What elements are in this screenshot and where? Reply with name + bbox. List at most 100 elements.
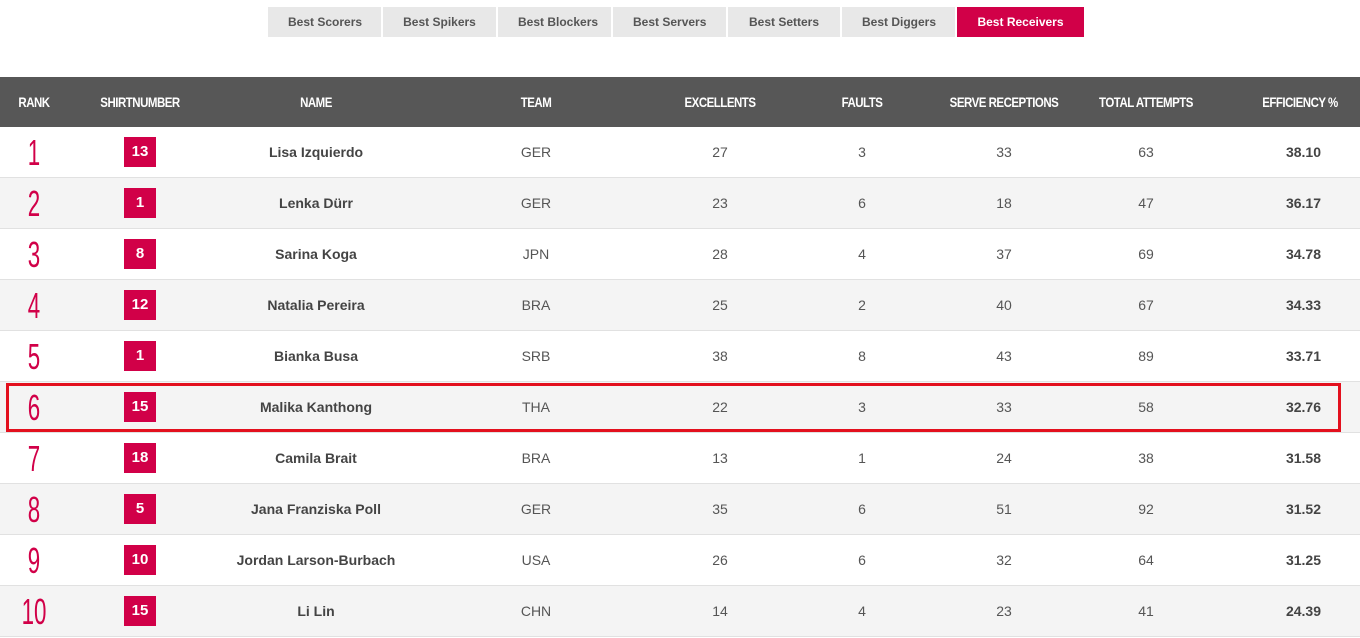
- shirt-number-badge: 13: [124, 137, 156, 167]
- shirt-number-cell: 10: [124, 535, 156, 585]
- total-attempts-value: 64: [1138, 552, 1154, 568]
- shirt-number-cell: 12: [124, 280, 156, 330]
- team-code: GER: [520, 144, 552, 160]
- rank-number: 2: [27, 183, 41, 224]
- shirt-number-badge: 8: [124, 239, 156, 269]
- team-code: BRA: [521, 450, 551, 466]
- tab-best-servers[interactable]: Best Servers: [613, 7, 726, 37]
- serve-receptions-value: 33: [996, 144, 1012, 160]
- table-row: 4 12 Natalia Pereira BRA 25 2 40 67 34.33: [0, 280, 1360, 331]
- excellents-value: 26: [712, 552, 728, 568]
- team-code: THA: [522, 399, 550, 415]
- rank-number: 8: [27, 489, 41, 530]
- player-name: Camila Brait: [275, 450, 357, 466]
- efficiency-value: 34.78: [1285, 246, 1321, 262]
- tab-best-scorers[interactable]: Best Scorers: [268, 7, 381, 37]
- serve-receptions-value: 51: [996, 501, 1012, 517]
- shirt-number-cell: 8: [124, 229, 156, 279]
- header-total-attempts: TOTAL ATTEMPTS: [1099, 94, 1193, 110]
- table-body: 1 13 Lisa Izquierdo GER 27 3 33 63 38.10 2 1 Lenka …: [0, 127, 1360, 637]
- faults-value: 2: [858, 297, 866, 313]
- shirt-number-badge: 5: [124, 494, 156, 524]
- shirt-number-cell: 1: [124, 178, 156, 228]
- efficiency-value: 38.10: [1285, 144, 1321, 160]
- team-code: JPN: [522, 246, 550, 262]
- excellents-value: 28: [712, 246, 728, 262]
- total-attempts-value: 38: [1138, 450, 1154, 466]
- excellents-value: 13: [712, 450, 728, 466]
- header-excellents: EXCELLENTS: [684, 94, 756, 110]
- excellents-value: 27: [712, 144, 728, 160]
- team-code: CHN: [520, 603, 552, 619]
- shirt-number-cell: 1: [124, 331, 156, 381]
- shirt-number-badge: 18: [124, 443, 156, 473]
- total-attempts-value: 92: [1138, 501, 1154, 517]
- rank-number: 6: [27, 387, 41, 428]
- excellents-value: 22: [712, 399, 728, 415]
- faults-value: 6: [858, 195, 866, 211]
- total-attempts-value: 69: [1138, 246, 1154, 262]
- player-name: Malika Kanthong: [259, 399, 372, 415]
- player-name: Li Lin: [297, 603, 335, 619]
- table-row: 9 10 Jordan Larson-Burbach USA 26 6 32 64 31.25: [0, 535, 1360, 586]
- faults-value: 6: [858, 501, 866, 517]
- excellents-value: 25: [712, 297, 728, 313]
- team-code: GER: [520, 501, 552, 517]
- faults-value: 4: [858, 603, 866, 619]
- serve-receptions-value: 40: [996, 297, 1012, 313]
- shirt-number-cell: 18: [124, 433, 156, 483]
- total-attempts-value: 67: [1138, 297, 1154, 313]
- serve-receptions-value: 24: [996, 450, 1012, 466]
- faults-value: 4: [858, 246, 866, 262]
- rank-number: 3: [27, 234, 41, 275]
- category-tabs: Best Scorers Best Spikers Best Blockers …: [268, 7, 1084, 37]
- tab-best-spikers[interactable]: Best Spikers: [383, 7, 496, 37]
- shirt-number-badge: 1: [124, 341, 156, 371]
- shirt-number-badge: 10: [124, 545, 156, 575]
- excellents-value: 38: [712, 348, 728, 364]
- total-attempts-value: 41: [1138, 603, 1154, 619]
- table-row: 8 5 Jana Franziska Poll GER 35 6 51 92 31.52: [0, 484, 1360, 535]
- player-name: Lenka Dürr: [279, 195, 353, 211]
- rank-number: 1: [27, 132, 41, 173]
- total-attempts-value: 47: [1138, 195, 1154, 211]
- excellents-value: 14: [712, 603, 728, 619]
- total-attempts-value: 58: [1138, 399, 1154, 415]
- rank-number: 9: [27, 540, 41, 581]
- efficiency-value: 32.76: [1285, 399, 1321, 415]
- tab-best-blockers[interactable]: Best Blockers: [498, 7, 611, 37]
- efficiency-value: 24.39: [1285, 603, 1321, 619]
- shirt-number-badge: 15: [124, 596, 156, 626]
- faults-value: 8: [858, 348, 866, 364]
- shirt-number-cell: 13: [124, 127, 156, 177]
- player-name: Lisa Izquierdo: [268, 144, 364, 160]
- table-row: 6 15 Malika Kanthong THA 22 3 33 58 32.76: [0, 382, 1360, 433]
- table-row: 7 18 Camila Brait BRA 13 1 24 38 31.58: [0, 433, 1360, 484]
- tab-best-receivers[interactable]: Best Receivers: [957, 7, 1084, 37]
- header-name: NAME: [300, 94, 332, 110]
- serve-receptions-value: 43: [996, 348, 1012, 364]
- rank-number: 4: [27, 285, 41, 326]
- player-name: Natalia Pereira: [267, 297, 365, 313]
- faults-value: 3: [858, 399, 866, 415]
- header-shirtnumber: SHIRTNUMBER: [100, 94, 180, 110]
- serve-receptions-value: 37: [996, 246, 1012, 262]
- excellents-value: 23: [712, 195, 728, 211]
- table-row: 2 1 Lenka Dürr GER 23 6 18 47 36.17: [0, 178, 1360, 229]
- faults-value: 6: [858, 552, 866, 568]
- player-name: Bianka Busa: [273, 348, 359, 364]
- efficiency-value: 31.58: [1285, 450, 1321, 466]
- rank-number: 10: [21, 591, 47, 632]
- header-team: TEAM: [520, 94, 552, 110]
- tab-best-setters[interactable]: Best Setters: [728, 7, 840, 37]
- header-faults: FAULTS: [841, 94, 883, 110]
- table-row: 10 15 Li Lin CHN 14 4 23 41 24.39: [0, 586, 1360, 637]
- tab-best-diggers[interactable]: Best Diggers: [842, 7, 955, 37]
- efficiency-value: 31.52: [1285, 501, 1321, 517]
- serve-receptions-value: 23: [996, 603, 1012, 619]
- efficiency-value: 34.33: [1285, 297, 1321, 313]
- total-attempts-value: 89: [1138, 348, 1154, 364]
- efficiency-value: 36.17: [1285, 195, 1321, 211]
- faults-value: 3: [858, 144, 866, 160]
- team-code: USA: [521, 552, 551, 568]
